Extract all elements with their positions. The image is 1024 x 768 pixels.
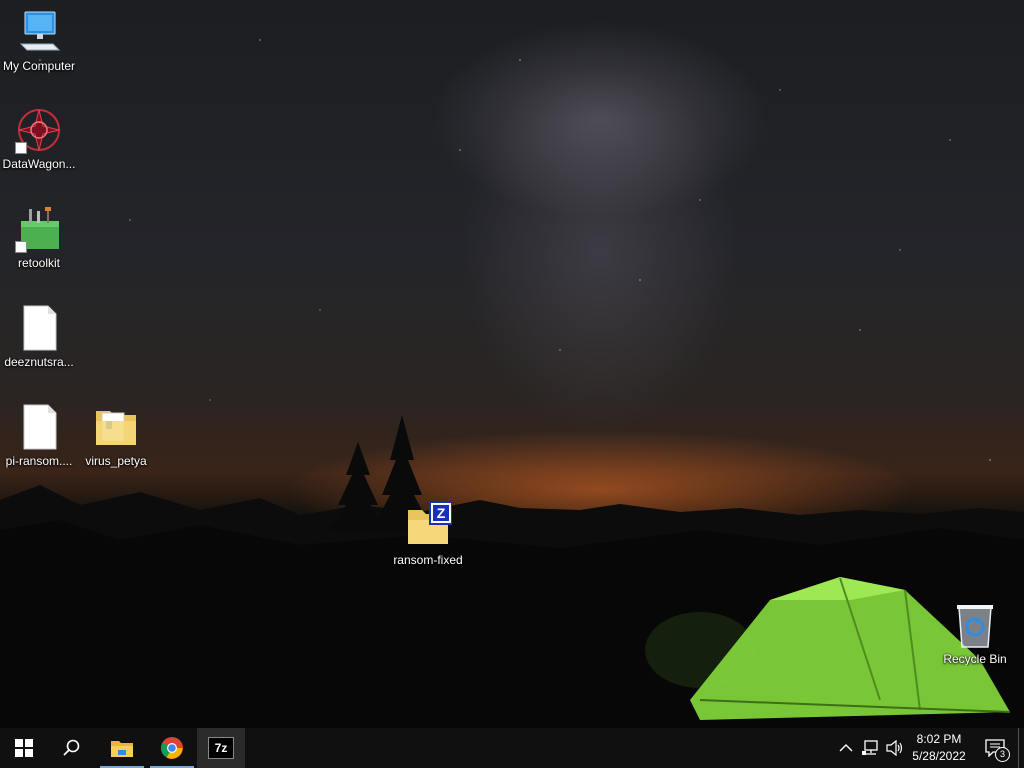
network-button[interactable]: [861, 738, 881, 758]
desktop-icon-label: My Computer: [2, 59, 76, 73]
desktop-icon-label: deeznutsra...: [4, 355, 74, 369]
file-explorer-icon: [111, 741, 133, 757]
notification-center-button[interactable]: 3: [982, 738, 1010, 762]
taskbar-app-chrome[interactable]: [148, 728, 196, 768]
shortcut-arrow-icon: [15, 241, 27, 253]
desktop-icon-label: retoolkit: [17, 256, 61, 270]
taskbar-app-file-explorer[interactable]: [98, 728, 146, 768]
folder-icon: [92, 403, 140, 451]
desktop[interactable]: My Computer DataWagon... retoolkit deezn…: [0, 0, 1024, 728]
blank-file-icon: [15, 403, 63, 451]
desktop-icon-retoolkit[interactable]: retoolkit: [0, 205, 78, 270]
zip-folder-icon: Z: [404, 501, 453, 550]
start-button[interactable]: [0, 728, 48, 768]
notification-count-badge: 3: [995, 747, 1010, 762]
computer-icon: [15, 8, 63, 56]
desktop-icon-recycle-bin[interactable]: Recycle Bin: [936, 601, 1014, 666]
desktop-icon-datawagon[interactable]: DataWagon...: [0, 106, 78, 171]
shortcut-arrow-icon: [15, 142, 27, 154]
taskbar-clock[interactable]: 8:02 PM 5/28/2022: [906, 731, 972, 765]
desktop-icon-label: DataWagon...: [2, 157, 76, 171]
desktop-icon-label: virus_petya: [85, 454, 147, 468]
search-button[interactable]: [48, 728, 96, 768]
volume-icon: [886, 740, 903, 756]
chevron-up-icon: [839, 744, 853, 752]
desktop-icon-virus-petya[interactable]: virus_petya: [77, 403, 155, 468]
chrome-icon: [161, 737, 183, 759]
desktop-icon-pi-ransom[interactable]: pi-ransom....: [0, 403, 78, 468]
desktop-icon-deeznutsra[interactable]: deeznutsra...: [0, 304, 78, 369]
svg-text:Z: Z: [437, 505, 446, 521]
desktop-icon-label: Recycle Bin: [943, 652, 1007, 666]
7zip-icon: 7z: [208, 737, 234, 759]
taskbar: 7z 8:02 PM 5/28/2022 3: [0, 728, 1024, 768]
clock-time: 8:02 PM: [916, 732, 962, 746]
toolkit-icon: [15, 205, 63, 253]
desktop-icon-label: pi-ransom....: [5, 454, 73, 468]
show-hidden-icons-button[interactable]: [836, 738, 856, 758]
blank-file-icon: [15, 304, 63, 352]
taskbar-app-7zip[interactable]: 7z: [197, 728, 245, 768]
datawagon-icon: [15, 106, 63, 154]
windows-logo-icon: [15, 739, 33, 757]
clock-date: 5/28/2022: [912, 749, 966, 763]
desktop-icon-ransom-fixed[interactable]: Z ransom-fixed: [389, 501, 467, 567]
search-icon: [63, 739, 80, 756]
show-desktop-button[interactable]: [1018, 728, 1024, 768]
volume-button[interactable]: [885, 738, 905, 758]
network-icon: [862, 740, 878, 755]
desktop-icon-label: ransom-fixed: [393, 553, 463, 567]
recycle-bin-icon: [951, 601, 999, 649]
desktop-icon-my-computer[interactable]: My Computer: [0, 8, 78, 73]
desktop-wallpaper: [0, 415, 1024, 728]
